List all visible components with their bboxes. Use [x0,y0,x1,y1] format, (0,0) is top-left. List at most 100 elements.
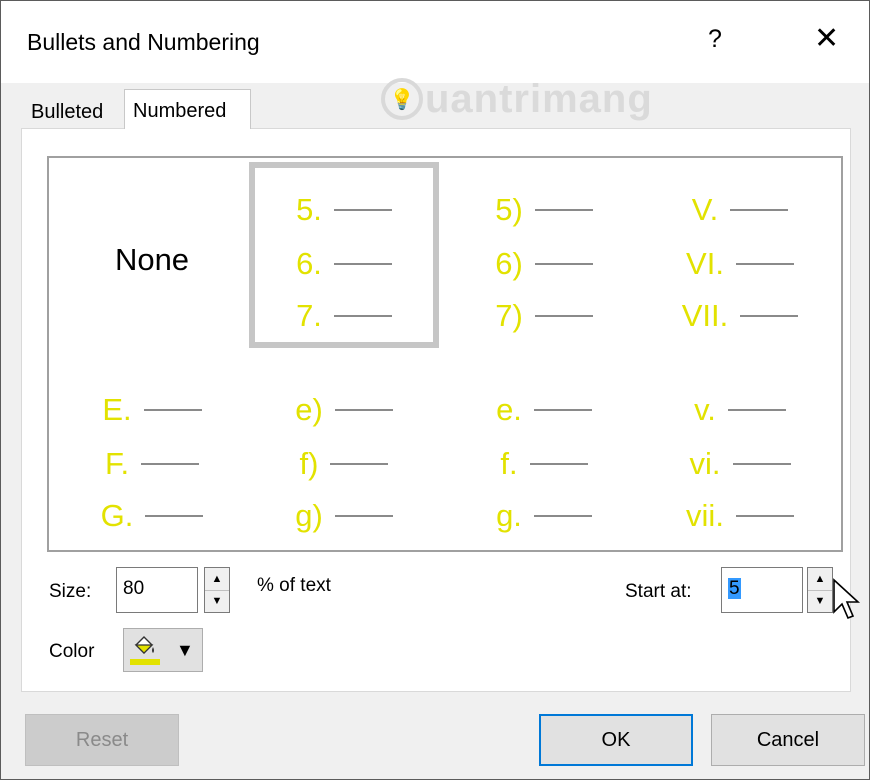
lightbulb-icon: 💡 [381,78,423,120]
number-label: VI. [686,246,724,281]
start-at-increment-button[interactable]: ▲ [808,568,832,591]
tab-bulleted[interactable]: Bulleted [31,101,103,124]
color-picker-button[interactable]: ▼ [123,628,203,672]
start-at-spinner: ▲ ▼ [807,567,833,613]
line-placeholder [529,463,588,465]
size-spinner: ▲ ▼ [204,567,230,613]
number-label: e. [496,392,522,427]
list-item: f. [449,444,639,484]
line-placeholder [145,515,204,517]
help-button[interactable]: ? [708,25,722,54]
start-at-input[interactable]: 5 [721,567,803,613]
list-item: V. [645,190,835,230]
color-swatch [130,659,160,665]
list-item: vii. [645,496,835,536]
style-arabic-paren[interactable]: 5) 6) 7) [449,162,639,348]
list-item: 5. [255,190,433,230]
number-label: 7. [296,298,322,333]
line-placeholder [330,463,389,465]
line-placeholder [533,409,592,411]
list-item: 7. [255,296,433,336]
line-placeholder [534,209,593,211]
style-lower-alpha-paren[interactable]: e) f) g) [249,358,439,544]
list-item: E. [57,390,247,430]
number-label: G. [100,498,134,533]
number-label: v. [694,392,716,427]
style-none[interactable]: None [57,162,247,348]
list-item: f) [249,444,439,484]
none-label: None [114,242,190,277]
paint-bucket-icon [134,636,154,654]
list-item: VI. [645,244,835,284]
number-label: V. [691,192,719,227]
size-increment-button[interactable]: ▲ [205,568,229,591]
color-label: Color [49,641,95,662]
size-label: Size: [49,581,92,602]
line-placeholder [141,463,200,465]
tab-numbered[interactable]: Numbered [124,89,251,129]
number-label: E. [102,392,132,427]
tab-numbered-label: Numbered [133,100,227,122]
cancel-button[interactable]: Cancel [711,714,865,766]
number-label: F. [104,446,130,481]
start-at-label: Start at: [625,581,692,602]
line-placeholder [727,409,786,411]
numbering-gallery: None 5. 6. 7. 5) 6) 7) V. VI. VII. E. F.… [47,156,843,552]
chevron-down-icon: ▼ [176,640,194,660]
list-item: G. [57,496,247,536]
line-placeholder [333,315,392,317]
number-label: 6) [495,246,523,281]
number-label: f) [299,446,319,481]
start-at-value: 5 [728,578,741,599]
close-button[interactable]: ✕ [814,21,839,56]
watermark-logo: 💡 uantrimang [381,71,653,127]
style-lower-roman[interactable]: v. vi. vii. [645,358,835,544]
number-label: 5) [495,192,523,227]
line-placeholder [534,315,593,317]
line-placeholder [333,263,392,265]
tab-bulleted-label: Bulleted [31,101,104,123]
list-item: F. [57,444,247,484]
mouse-cursor-icon [833,578,861,620]
style-upper-roman[interactable]: V. VI. VII. [645,162,835,348]
style-arabic-period[interactable]: 5. 6. 7. [249,162,439,348]
list-item: 6) [449,244,639,284]
reset-button[interactable]: Reset [25,714,179,766]
line-placeholder [735,515,794,517]
line-placeholder [740,315,799,317]
number-label: vii. [686,498,724,533]
number-label: g. [496,498,522,533]
line-placeholder [732,463,791,465]
number-label: f. [500,446,518,481]
list-item: e. [449,390,639,430]
ok-button[interactable]: OK [539,714,693,766]
list-item: VII. [645,296,835,336]
number-label: 5. [296,192,322,227]
number-label: vi. [689,446,721,481]
line-placeholder [333,209,392,211]
line-placeholder [735,263,794,265]
list-item: v. [645,390,835,430]
start-at-decrement-button[interactable]: ▼ [808,590,832,612]
line-placeholder [730,209,789,211]
size-suffix: % of text [257,575,331,596]
number-label: 7) [495,298,523,333]
size-input[interactable]: 80 [116,567,198,613]
style-lower-alpha-period[interactable]: e. f. g. [449,358,639,544]
style-upper-alpha[interactable]: E. F. G. [57,358,247,544]
watermark-text: uantrimang [425,76,653,121]
bullets-numbering-dialog: Bullets and Numbering ? ✕ 💡 uantrimang B… [0,0,870,780]
list-item: 6. [255,244,433,284]
line-placeholder [334,515,393,517]
line-placeholder [534,263,593,265]
number-label: 6. [296,246,322,281]
size-decrement-button[interactable]: ▼ [205,590,229,612]
list-item: g) [249,496,439,536]
line-placeholder [334,409,393,411]
list-item: 7) [449,296,639,336]
list-item: g. [449,496,639,536]
number-label: e) [295,392,323,427]
line-placeholder [143,409,202,411]
list-item: e) [249,390,439,430]
dialog-title: Bullets and Numbering [27,29,260,55]
